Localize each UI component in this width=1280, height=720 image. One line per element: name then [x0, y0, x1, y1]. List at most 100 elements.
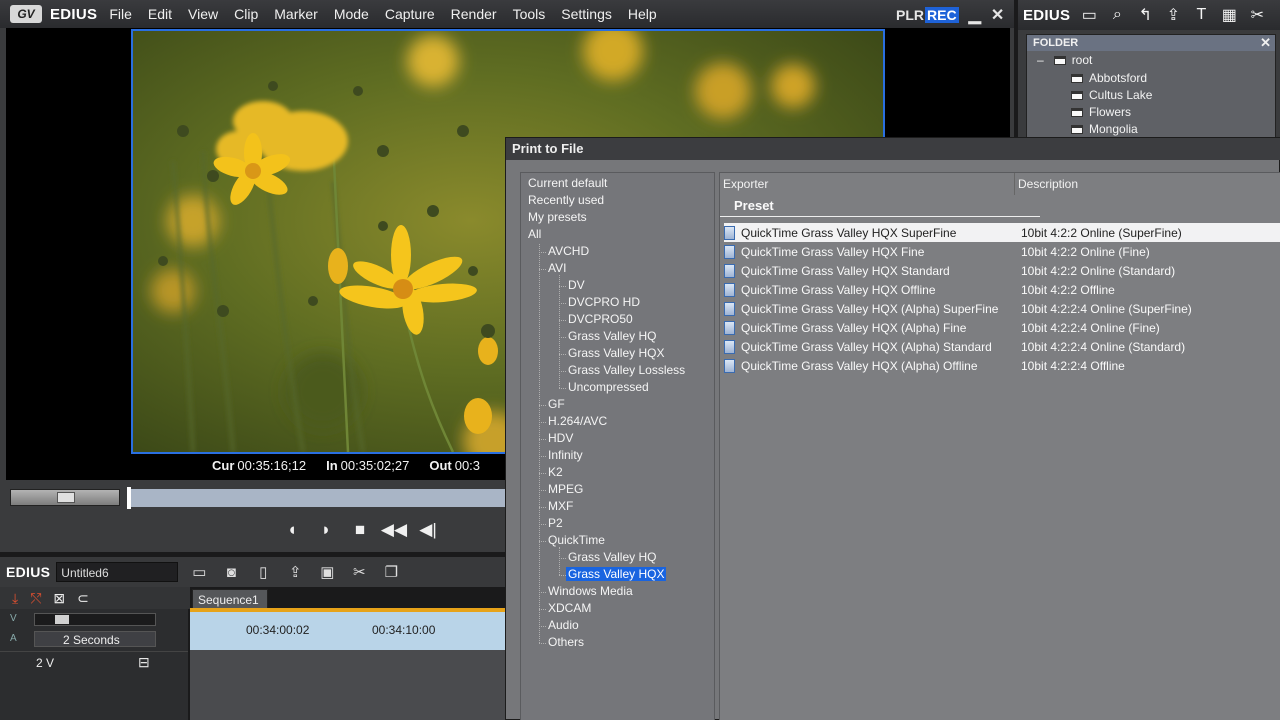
ripple-icon[interactable]: ⤲ [30, 590, 41, 607]
folder-item[interactable]: Abbotsford [1071, 71, 1147, 85]
tree-subitem[interactable]: DV [568, 278, 585, 292]
copy-icon[interactable]: ❐ [380, 562, 402, 582]
cut-icon[interactable]: ✂ [348, 562, 370, 582]
folder-icon [1071, 124, 1083, 134]
tree-category[interactable]: Others [548, 635, 584, 649]
shuttle-slider[interactable] [10, 489, 120, 506]
cut-icon[interactable]: ✂ [1248, 6, 1266, 24]
tree-item[interactable]: Current default [528, 176, 607, 190]
stop-icon[interactable]: ■ [346, 516, 374, 544]
tree-subitem[interactable]: Grass Valley HQ [568, 329, 656, 343]
minimize-icon[interactable]: ▁ [969, 5, 981, 25]
column-description[interactable]: Description [1015, 173, 1078, 195]
tree-category[interactable]: Audio [548, 618, 579, 632]
folder-root[interactable]: – root [1037, 53, 1092, 67]
folder-item[interactable]: Mongolia [1071, 122, 1138, 136]
preset-file-icon [724, 282, 735, 297]
menu-item-capture[interactable]: Capture [385, 6, 435, 22]
toggle-icon[interactable]: ▭ [188, 562, 210, 582]
new-icon[interactable]: ▯ [252, 562, 274, 582]
title-icon[interactable]: T [1192, 6, 1210, 24]
tree-subitem[interactable]: Uncompressed [568, 380, 649, 394]
timescale-dropdown[interactable]: 2 Seconds [34, 631, 156, 647]
color-bar-icon[interactable]: ▦ [1220, 6, 1238, 24]
preset-row[interactable]: QuickTime Grass Valley HQX (Alpha) Stand… [724, 337, 1280, 356]
shuttle-knob[interactable] [57, 492, 75, 503]
folder-item[interactable]: Cultus Lake [1071, 88, 1152, 102]
open-icon[interactable]: ⇪ [284, 562, 306, 582]
rewind-icon[interactable]: ◀◀ [380, 516, 408, 544]
tree-category[interactable]: K2 [548, 465, 563, 479]
playhead-marker[interactable] [127, 487, 131, 509]
set-in-icon[interactable]: ◖ [278, 516, 306, 544]
menu-item-clip[interactable]: Clip [234, 6, 258, 22]
folder-item[interactable]: Flowers [1071, 105, 1131, 119]
menu-item-render[interactable]: Render [451, 6, 497, 22]
preset-row[interactable]: QuickTime Grass Valley HQX SuperFine 10bi… [724, 223, 1280, 242]
tree-item[interactable]: My presets [528, 210, 587, 224]
track-zoom-slider[interactable] [34, 613, 156, 626]
preset-file-icon [724, 320, 735, 335]
preset-row[interactable]: QuickTime Grass Valley HQX (Alpha) Super… [724, 299, 1280, 318]
preset-row[interactable]: QuickTime Grass Valley HQX Fine 10bit 4:2… [724, 242, 1280, 261]
tree-subitem[interactable]: DVCPRO50 [568, 312, 633, 326]
project-name-field[interactable]: Untitled6 [56, 562, 179, 582]
tree-category[interactable]: AVI [548, 261, 566, 275]
track-zoom-knob[interactable] [55, 615, 69, 624]
camera-icon[interactable]: ◙ [220, 562, 242, 582]
step-back-icon[interactable]: ◀| [414, 516, 442, 544]
timeline-track-area[interactable] [190, 650, 514, 720]
folder-icon[interactable]: ▭ [1080, 6, 1098, 24]
preset-row[interactable]: QuickTime Grass Valley HQX (Alpha) Offli… [724, 356, 1280, 375]
menu-item-marker[interactable]: Marker [274, 6, 318, 22]
track-header-2v[interactable]: 2 V ⊟ [0, 651, 188, 720]
tree-category[interactable]: GF [548, 397, 565, 411]
add-clip-icon[interactable]: ⇪ [1164, 6, 1182, 24]
menu-item-help[interactable]: Help [628, 6, 657, 22]
preset-row[interactable]: QuickTime Grass Valley HQX (Alpha) Fine 1… [724, 318, 1280, 337]
tree-subitem[interactable]: Grass Valley HQX [566, 567, 667, 581]
tree-item[interactable]: Recently used [528, 193, 604, 207]
tree-category[interactable]: MXF [548, 499, 573, 513]
close-icon[interactable]: ✕ [991, 5, 1004, 25]
position-bar[interactable] [127, 487, 507, 509]
tree-category[interactable]: Windows Media [548, 584, 633, 598]
tree-category[interactable]: AVCHD [548, 244, 589, 258]
tree-subitem[interactable]: Grass Valley Lossless [568, 363, 685, 377]
save-icon[interactable]: ▣ [316, 562, 338, 582]
tree-subitem[interactable]: DVCPRO HD [568, 295, 640, 309]
sync-icon[interactable]: ⊠ [53, 590, 65, 607]
tree-category[interactable]: HDV [548, 431, 573, 445]
up-icon[interactable]: ↰ [1136, 6, 1154, 24]
preset-row[interactable]: QuickTime Grass Valley HQX Offline 10bit … [724, 280, 1280, 299]
menu-item-tools[interactable]: Tools [513, 6, 546, 22]
search-icon[interactable]: ⌕ [1108, 6, 1126, 24]
menu-item-settings[interactable]: Settings [561, 6, 612, 22]
tree-category[interactable]: XDCAM [548, 601, 591, 615]
menu-item-view[interactable]: View [188, 6, 218, 22]
tree-category[interactable]: MPEG [548, 482, 583, 496]
insert-mode-icon[interactable]: ⤓ [12, 590, 18, 607]
tree-category[interactable]: P2 [548, 516, 563, 530]
plr-toggle[interactable]: PLR [896, 7, 924, 23]
tree-category[interactable]: Infinity [548, 448, 583, 462]
menu-item-file[interactable]: File [109, 6, 132, 22]
tree-subitem[interactable]: Grass Valley HQX [568, 346, 664, 360]
set-out-icon[interactable]: ◗ [312, 516, 340, 544]
preset-row[interactable]: QuickTime Grass Valley HQX Standard 10bit… [724, 261, 1280, 280]
menu-item-mode[interactable]: Mode [334, 6, 369, 22]
sequence-tab[interactable]: Sequence1 [192, 589, 268, 609]
preset-description: 10bit 4:2:2:4 Offline [1021, 358, 1125, 373]
track-sync-icon[interactable]: ⊟ [138, 654, 150, 671]
tree-item[interactable]: All [528, 227, 541, 241]
time-ruler[interactable]: 00:34:00:02 00:34:10:00 [190, 612, 514, 650]
column-exporter[interactable]: Exporter [720, 173, 1015, 195]
menu-item-edit[interactable]: Edit [148, 6, 172, 22]
close-icon[interactable]: ✕ [1260, 35, 1271, 51]
link-icon[interactable]: ⊂ [77, 590, 89, 607]
tree-subitem[interactable]: Grass Valley HQ [568, 550, 656, 564]
tree-category[interactable]: QuickTime [548, 533, 605, 547]
tree-category[interactable]: H.264/AVC [548, 414, 607, 428]
collapse-icon[interactable]: – [1037, 53, 1044, 67]
rec-toggle[interactable]: REC [925, 7, 959, 23]
